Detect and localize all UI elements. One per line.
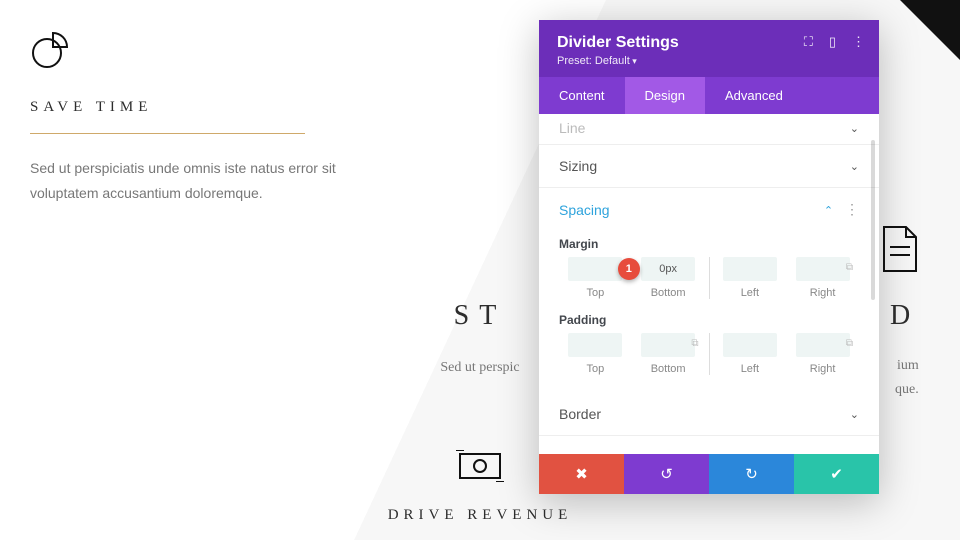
section-border[interactable]: Border ⌄ [539, 393, 879, 436]
margin-right-input[interactable] [796, 257, 850, 281]
section-line[interactable]: Line ⌄ [539, 114, 879, 145]
section-spacing[interactable]: Spacing ⌃ ⋮ [539, 188, 879, 231]
margin-label: Margin [559, 237, 859, 251]
padding-label: Padding [559, 313, 859, 327]
side-label-right: Right [786, 363, 859, 375]
spacing-controls: Margin Top Bottom 1 Left Right ⧉ Padding [539, 237, 879, 393]
side-label-bottom: Bottom [632, 287, 705, 299]
body-center-right-1: ium [895, 358, 919, 374]
divider-settings-panel: Divider Settings Preset: Default ⛶ ▯ ⋮ C… [539, 20, 879, 494]
section-spacing-label: Spacing [559, 202, 610, 218]
panel-header[interactable]: Divider Settings Preset: Default ⛶ ▯ ⋮ [539, 20, 879, 77]
kebab-menu-icon[interactable]: ⋮ [852, 34, 865, 50]
chevron-up-icon: ⌃ [824, 205, 833, 217]
side-label-bottom: Bottom [632, 363, 705, 375]
chevron-down-icon: ⌄ [850, 160, 859, 173]
side-label-right: Right [786, 287, 859, 299]
column-icon[interactable]: ▯ [829, 34, 836, 50]
pie-chart-icon [30, 30, 70, 70]
panel-tabs: Content Design Advanced [539, 77, 879, 114]
side-label-left: Left [714, 363, 787, 375]
document-icon [880, 225, 920, 273]
annotation-badge-1: 1 [618, 258, 640, 280]
section-sizing-label: Sizing [559, 158, 597, 174]
section-options-icon[interactable]: ⋮ [845, 201, 859, 217]
side-label-left: Left [714, 287, 787, 299]
padding-left-input[interactable] [723, 333, 777, 357]
save-button[interactable]: ✔ [794, 454, 879, 494]
section-border-label: Border [559, 406, 601, 422]
link-values-icon[interactable]: ⧉ [691, 338, 698, 349]
section-sizing[interactable]: Sizing ⌄ [539, 145, 879, 188]
side-label-top: Top [559, 363, 632, 375]
padding-top-input[interactable] [568, 333, 622, 357]
tab-content[interactable]: Content [539, 77, 625, 114]
padding-right-input[interactable] [796, 333, 850, 357]
link-values-icon[interactable]: ⧉ [846, 262, 853, 273]
heading-center-right: D [890, 300, 920, 331]
chevron-down-icon: ⌄ [850, 408, 859, 421]
body-center-left: Sed ut perspic [440, 360, 519, 375]
padding-bottom-input[interactable] [641, 333, 695, 357]
tab-advanced[interactable]: Advanced [705, 77, 803, 114]
tab-design[interactable]: Design [625, 77, 705, 114]
side-label-top: Top [559, 287, 632, 299]
redo-button[interactable]: ↻ [709, 454, 794, 494]
margin-bottom-input[interactable] [641, 257, 695, 281]
link-values-icon[interactable]: ⧉ [846, 338, 853, 349]
expand-icon[interactable]: ⛶ [804, 34, 813, 50]
panel-scrollbar[interactable] [871, 140, 875, 300]
undo-button[interactable]: ↺ [624, 454, 709, 494]
margin-top-input[interactable] [568, 257, 622, 281]
panel-footer: ✖ ↺ ↻ ✔ [539, 454, 879, 494]
section-line-label: Line [559, 120, 585, 136]
body-center-right-2: que. [895, 382, 919, 398]
cancel-button[interactable]: ✖ [539, 454, 624, 494]
chevron-down-icon: ⌄ [850, 122, 859, 135]
margin-left-input[interactable] [723, 257, 777, 281]
heading-center-left: ST [454, 300, 507, 331]
body-text-left: Sed ut perspiciatis unde omnis iste natu… [30, 156, 360, 206]
money-icon [456, 450, 504, 482]
heading-rule [30, 133, 305, 134]
heading-drive-revenue: DRIVE REVENUE [0, 505, 960, 526]
preset-selector[interactable]: Preset: Default [557, 55, 861, 67]
heading-save-time: SAVE TIME [30, 97, 360, 118]
